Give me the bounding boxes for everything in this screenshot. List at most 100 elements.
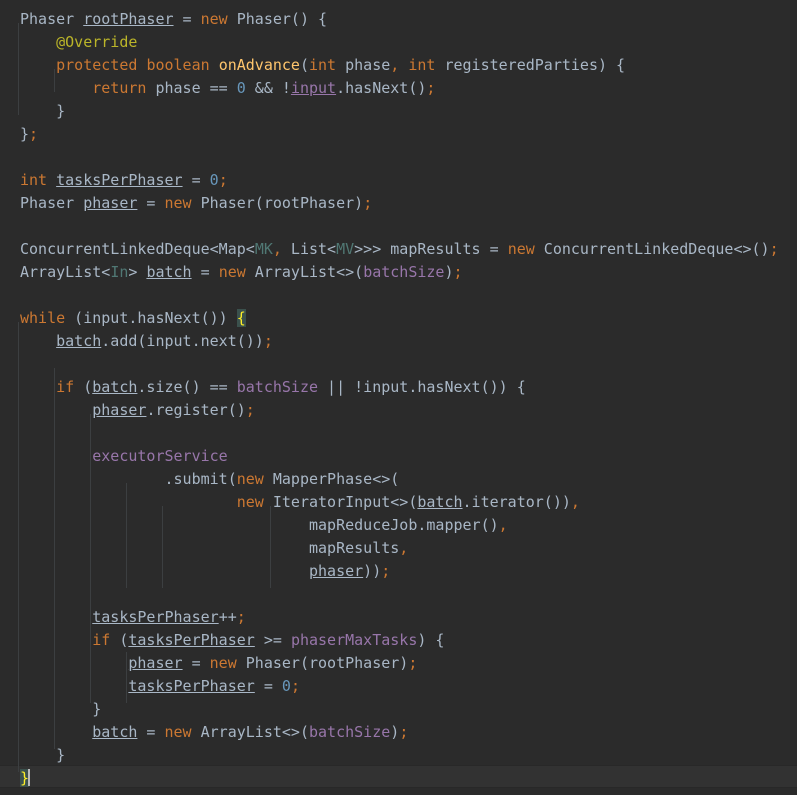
code-token: ,: [498, 516, 508, 534]
code-line[interactable]: }: [0, 698, 797, 721]
code-token: ;: [408, 654, 418, 672]
code-token: }: [20, 125, 30, 143]
code-line[interactable]: };: [0, 123, 797, 146]
code-token: =: [173, 10, 201, 28]
code-line[interactable]: }: [0, 767, 797, 790]
code-token: phase ==: [146, 79, 237, 97]
code-line[interactable]: .submit(new MapperPhase<>(: [0, 468, 797, 491]
code-token: batchSize: [363, 263, 445, 281]
code-line[interactable]: ArrayList<In> batch = new ArrayList<>(ba…: [0, 261, 797, 284]
code-line[interactable]: }: [0, 744, 797, 767]
code-token: .hasNext(): [336, 79, 427, 97]
code-line[interactable]: if (tasksPerPhaser >= phaserMaxTasks) {: [0, 629, 797, 652]
code-token: batchSize: [236, 378, 319, 396]
code-token: 0: [281, 677, 291, 695]
code-line[interactable]: tasksPerPhaser = 0;: [0, 675, 797, 698]
code-token: Phaser: [20, 10, 75, 28]
code-token: new: [209, 654, 237, 672]
code-line[interactable]: [0, 284, 797, 307]
code-token: input: [290, 79, 337, 97]
code-token: }: [20, 700, 102, 718]
code-token: ConcurrentLinkedDeque<Map<: [20, 240, 255, 258]
code-token: int: [408, 56, 436, 74]
code-line[interactable]: }: [0, 100, 797, 123]
code-line[interactable]: [0, 422, 797, 445]
code-token: new: [164, 723, 192, 741]
code-token: ArrayList<>(: [245, 263, 364, 281]
code-line[interactable]: if (batch.size() == batchSize || !input.…: [0, 376, 797, 399]
code-token: registeredParties) {: [435, 56, 626, 74]
text-caret: [28, 769, 31, 786]
code-token: 0: [236, 79, 246, 97]
code-token: ;: [769, 240, 779, 258]
code-line[interactable]: [0, 215, 797, 238]
code-line[interactable]: batch = new ArrayList<>(batchSize);: [0, 721, 797, 744]
code-line[interactable]: phaser.register();: [0, 399, 797, 422]
code-token: batch: [417, 493, 463, 511]
code-token: new: [507, 240, 535, 258]
code-token: ;: [29, 125, 39, 143]
code-token: onAdvance: [218, 56, 300, 74]
code-token: MK: [254, 240, 273, 258]
code-token: List<: [281, 240, 337, 258]
code-token: phaser: [308, 562, 364, 580]
code-token: @Override: [56, 33, 138, 51]
code-token: new: [164, 194, 192, 212]
code-line[interactable]: batch.add(input.next());: [0, 330, 797, 353]
code-line[interactable]: Phaser rootPhaser = new Phaser() {: [0, 8, 797, 31]
code-token: >>> mapResults =: [354, 240, 508, 258]
code-line[interactable]: [0, 146, 797, 169]
code-token: batch: [92, 723, 138, 741]
code-token: batch: [92, 378, 138, 396]
code-line[interactable]: mapReduceJob.mapper(),: [0, 514, 797, 537]
code-token: ArrayList<: [20, 263, 111, 281]
code-token: Phaser() {: [227, 10, 328, 28]
code-line[interactable]: protected boolean onAdvance(int phase, i…: [0, 54, 797, 77]
code-line[interactable]: [0, 583, 797, 606]
code-line[interactable]: phaser = new Phaser(rootPhaser);: [0, 652, 797, 675]
code-token: ): [444, 263, 454, 281]
code-token: batchSize: [309, 723, 391, 741]
code-line[interactable]: executorService: [0, 445, 797, 468]
code-token: ): [390, 723, 400, 741]
code-token: =: [254, 677, 282, 695]
code-editor[interactable]: Phaser rootPhaser = new Phaser() { @Over…: [0, 0, 797, 795]
code-token: if: [92, 631, 111, 649]
code-content[interactable]: Phaser rootPhaser = new Phaser() { @Over…: [0, 0, 797, 795]
code-line[interactable]: int tasksPerPhaser = 0;: [0, 169, 797, 192]
code-token: ;: [290, 677, 300, 695]
code-line[interactable]: return phase == 0 && !input.hasNext();: [0, 77, 797, 100]
code-token: while: [20, 309, 66, 327]
code-token: }: [20, 746, 66, 764]
code-line[interactable]: tasksPerPhaser++;: [0, 606, 797, 629]
code-token: new: [236, 470, 264, 488]
code-token: executorService: [92, 447, 228, 465]
code-token: batch: [146, 263, 192, 281]
code-line[interactable]: mapResults,: [0, 537, 797, 560]
code-token: && !: [245, 79, 291, 97]
code-line[interactable]: @Override: [0, 31, 797, 54]
code-token: ;: [263, 332, 273, 350]
code-token: MapperPhase<>(: [263, 470, 400, 488]
code-token: =: [191, 263, 219, 281]
code-token: ;: [245, 401, 255, 419]
code-token: ;: [218, 171, 228, 189]
code-token: .iterator()): [462, 493, 571, 511]
code-line[interactable]: ConcurrentLinkedDeque<Map<MK, List<MV>>>…: [0, 238, 797, 261]
code-token: (: [74, 378, 93, 396]
code-token: }: [20, 102, 66, 120]
code-line[interactable]: [0, 353, 797, 376]
code-line[interactable]: new IteratorInput<>(batch.iterator()),: [0, 491, 797, 514]
code-line[interactable]: phaser));: [0, 560, 797, 583]
code-line[interactable]: while (input.hasNext()) {: [0, 307, 797, 330]
code-line[interactable]: Phaser phaser = new Phaser(rootPhaser);: [0, 192, 797, 215]
code-token: (input.hasNext()): [65, 309, 237, 327]
